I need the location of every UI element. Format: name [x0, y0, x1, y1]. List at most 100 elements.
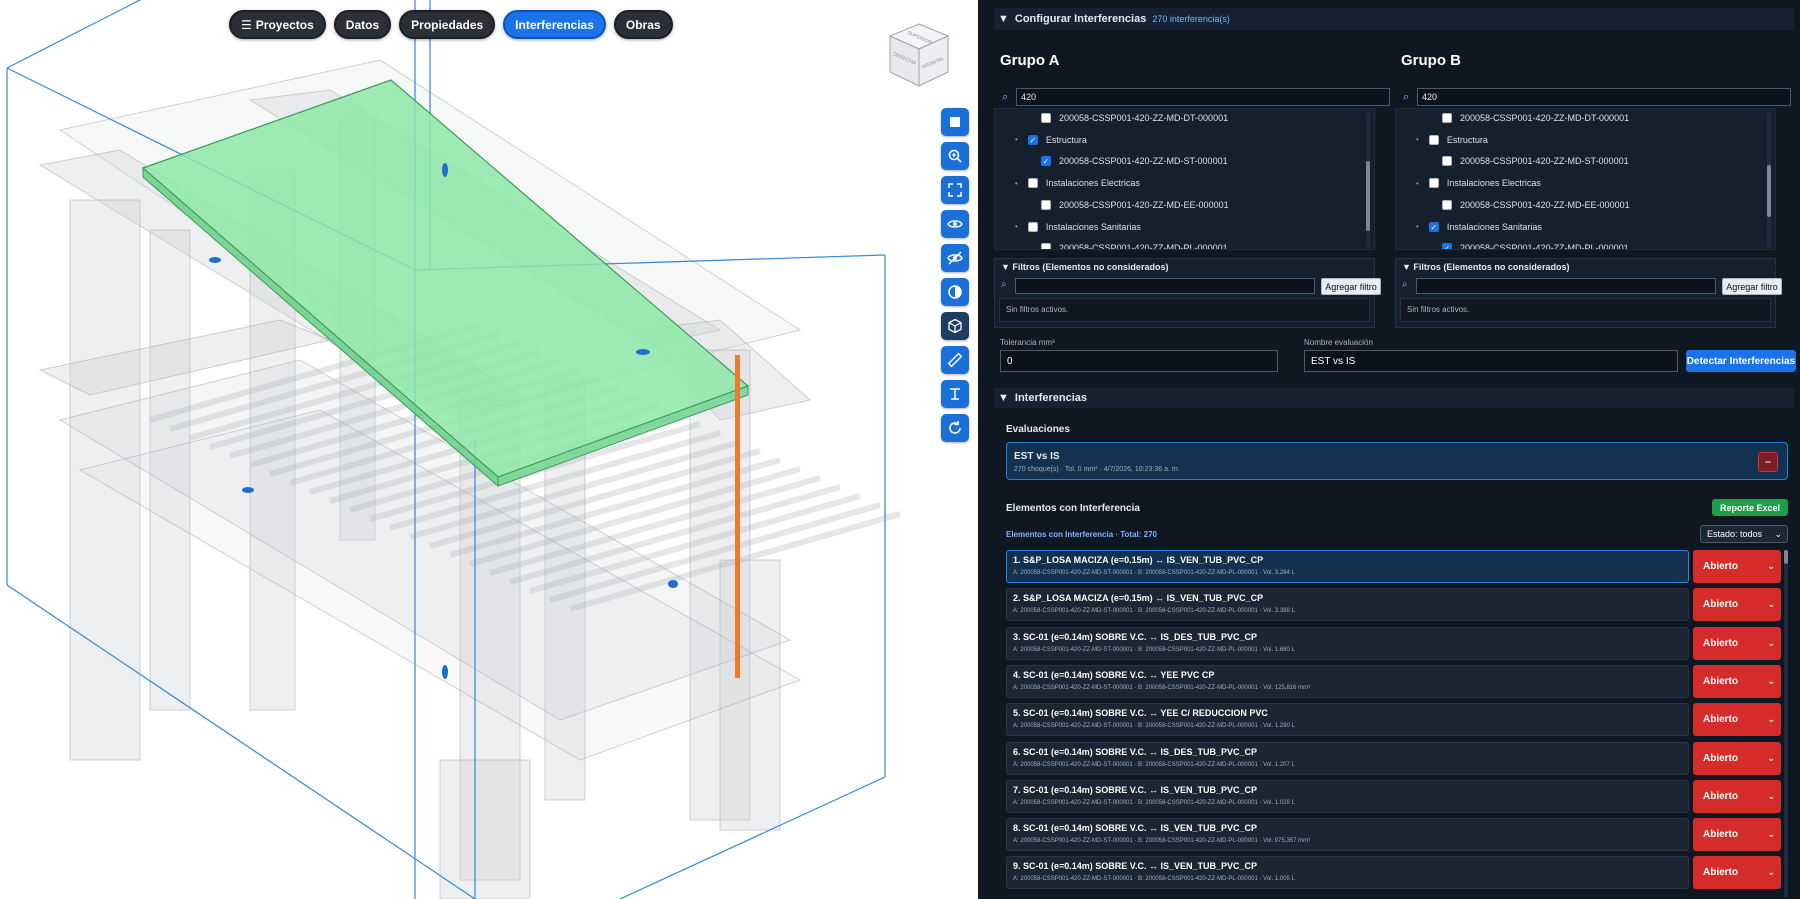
evaluation-name-label: Nombre evaluación — [1304, 338, 1373, 347]
reset-icon[interactable] — [941, 414, 969, 442]
tree-checkbox[interactable] — [1442, 156, 1452, 167]
tree-checkbox[interactable] — [1442, 199, 1452, 210]
interference-row-detail: A: 200058-CSSP001-420-ZZ-MD-ST-000001 · … — [1013, 646, 1295, 653]
tree-checkbox[interactable]: ✓ — [1041, 156, 1051, 167]
interference-row-title: 3. SC-01 (e=0.14m) SOBRE V.C. ↔ IS_DES_T… — [1013, 631, 1258, 642]
highlighted-pipe[interactable] — [735, 355, 740, 678]
nav-button-obras[interactable]: Obras — [613, 10, 673, 39]
expand-toggle-icon[interactable]: • — [1416, 222, 1419, 231]
status-select[interactable]: Abierto ⌄ — [1693, 703, 1781, 737]
evaluation-name-input[interactable]: EST vs IS — [1304, 350, 1678, 372]
tree-checkbox[interactable] — [1041, 243, 1051, 249]
ruler-icon[interactable] — [941, 346, 969, 374]
interference-row[interactable]: 4. SC-01 (e=0.14m) SOBRE V.C. ↔ YEE PVC … — [1006, 664, 1689, 698]
group-a-scrollbar[interactable] — [1366, 113, 1370, 247]
interference-row[interactable]: 3. SC-01 (e=0.14m) SOBRE V.C. ↔ IS_DES_T… — [1006, 626, 1689, 660]
tree-item[interactable]: • ✓ Instalaciones Sanitarias — [1416, 220, 1542, 234]
group-b-add-filter-button[interactable]: Agregar filtro — [1722, 278, 1782, 295]
expand-toggle-icon[interactable]: • — [1416, 135, 1419, 144]
tree-item[interactable]: 200058-CSSP001-420-ZZ-MD-DT-000001 — [1442, 111, 1629, 125]
3d-viewer[interactable]: ☰ Proyectos Datos Propiedades Interferencias… — [0, 0, 978, 899]
tree-item[interactable]: • Instalaciones Electricas — [1015, 176, 1140, 190]
interference-row[interactable]: 7. SC-01 (e=0.14m) SOBRE V.C. ↔ IS_VEN_T… — [1006, 779, 1689, 813]
tree-checkbox[interactable] — [1027, 221, 1038, 232]
square-icon[interactable] — [941, 108, 969, 136]
tree-item[interactable]: 200058-CSSP001-420-ZZ-MD-PL-000001 — [1041, 241, 1228, 249]
tree-checkbox[interactable]: ✓ — [1428, 221, 1439, 232]
status-select[interactable]: Abierto ⌄ — [1693, 550, 1781, 583]
detect-interferences-button[interactable]: Detectar Interferencias — [1686, 350, 1796, 372]
tree-checkbox[interactable] — [1428, 134, 1439, 145]
interference-row[interactable]: 5. SC-01 (e=0.14m) SOBRE V.C. ↔ YEE C/ R… — [1006, 703, 1689, 737]
chevron-down-icon: ⌄ — [1767, 599, 1775, 610]
model-scene[interactable] — [0, 0, 978, 899]
interference-row[interactable]: 8. SC-01 (e=0.14m) SOBRE V.C. ↔ IS_VEN_T… — [1006, 818, 1689, 852]
menu-icon: ☰ — [241, 17, 252, 32]
interference-row[interactable]: 1. S&P_LOSA MACIZA (e=0.15m) ↔ IS_VEN_TU… — [1006, 550, 1689, 583]
tree-item[interactable]: 200058-CSSP001-420-ZZ-MD-EE-000001 — [1041, 198, 1229, 212]
config-section-header[interactable]: ▼ Configurar Interferencias 270 interfer… — [994, 8, 1794, 30]
status-select[interactable]: Abierto ⌄ — [1693, 818, 1781, 852]
interference-count: 270 interferencia(s) — [1152, 14, 1230, 24]
tree-item-label: Estructura — [1446, 134, 1488, 145]
tree-item-label: Instalaciones Electricas — [1045, 178, 1140, 189]
evaluation-card[interactable]: EST vs IS 270 choque(s) · Tol. 0 mm³ · 4… — [1006, 442, 1788, 480]
interference-row[interactable]: 6. SC-01 (e=0.14m) SOBRE V.C. ↔ IS_DES_T… — [1006, 741, 1689, 775]
expand-toggle-icon[interactable]: • — [1015, 135, 1018, 144]
expand-toggle-icon[interactable]: • — [1416, 179, 1419, 188]
view-cube[interactable]: SUPERIOR FRONTAL DERECHA — [888, 22, 950, 88]
tree-checkbox[interactable] — [1428, 178, 1439, 189]
group-b-search-input[interactable]: 420 — [1417, 88, 1791, 106]
tree-item[interactable]: • Instalaciones Sanitarias — [1015, 220, 1141, 234]
tree-checkbox[interactable] — [1027, 178, 1038, 189]
zoom-icon[interactable] — [941, 142, 969, 170]
status-select[interactable]: Abierto ⌄ — [1693, 664, 1781, 698]
tree-item[interactable]: • Estructura — [1416, 133, 1488, 147]
status-filter-select[interactable]: Estado: todos ⌄ — [1700, 525, 1788, 543]
tree-item[interactable]: • ✓ Estructura — [1015, 133, 1087, 147]
tolerance-input[interactable]: 0 — [1000, 350, 1278, 372]
tree-item[interactable]: 200058-CSSP001-420-ZZ-MD-DT-000001 — [1041, 111, 1228, 125]
status-select[interactable]: Abierto ⌄ — [1693, 588, 1781, 622]
status-select[interactable]: Abierto ⌄ — [1693, 626, 1781, 660]
group-a-add-filter-button[interactable]: Agregar filtro — [1321, 278, 1381, 295]
tree-checkbox[interactable]: ✓ — [1442, 243, 1452, 249]
tree-checkbox[interactable]: ✓ — [1027, 134, 1038, 145]
expand-toggle-icon[interactable]: • — [1015, 179, 1018, 188]
interference-row-detail: A: 200058-CSSP001-420-ZZ-MD-ST-000001 · … — [1013, 876, 1295, 883]
excel-report-button[interactable]: Reporte Excel — [1712, 499, 1788, 516]
nav-button-interferencias[interactable]: Interferencias — [503, 10, 606, 39]
interference-row[interactable]: 9. SC-01 (e=0.14m) SOBRE V.C. ↔ IS_VEN_T… — [1006, 856, 1689, 890]
eye-icon[interactable] — [941, 210, 969, 238]
status-select[interactable]: Abierto ⌄ — [1693, 856, 1781, 890]
interference-row[interactable]: 2. S&P_LOSA MACIZA (e=0.15m) ↔ IS_VEN_TU… — [1006, 588, 1689, 622]
contrast-icon[interactable] — [941, 278, 969, 306]
nav-button-propiedades[interactable]: Propiedades — [399, 10, 496, 39]
nav-button-datos[interactable]: Datos — [333, 10, 392, 39]
delete-evaluation-button[interactable]: − — [1758, 452, 1778, 472]
list-scrollbar[interactable] — [1784, 550, 1788, 897]
tree-item[interactable]: • Instalaciones Electricas — [1416, 176, 1541, 190]
tree-checkbox[interactable] — [1442, 113, 1452, 123]
tree-checkbox[interactable] — [1041, 199, 1051, 210]
interferences-section-header[interactable]: ▼ Interferencias — [994, 388, 1794, 408]
tree-item[interactable]: ✓ 200058-CSSP001-420-ZZ-MD-PL-000001 — [1442, 241, 1629, 249]
group-b-scrollbar[interactable] — [1767, 113, 1771, 247]
status-select[interactable]: Abierto ⌄ — [1693, 741, 1781, 775]
nav-button-proyectos[interactable]: ☰ Proyectos — [229, 10, 326, 39]
eye-off-icon[interactable] — [941, 244, 969, 272]
tree-item[interactable]: 200058-CSSP001-420-ZZ-MD-EE-000001 — [1442, 198, 1630, 212]
group-b-filter-input[interactable] — [1416, 278, 1716, 294]
tree-checkbox[interactable] — [1041, 113, 1051, 123]
group-a-search-input[interactable]: 420 — [1016, 88, 1390, 106]
tree-item[interactable]: ✓ 200058-CSSP001-420-ZZ-MD-ST-000001 — [1041, 154, 1228, 168]
cube-icon[interactable] — [941, 312, 969, 340]
section-icon[interactable] — [941, 380, 969, 408]
status-select-label: Abierto — [1703, 829, 1738, 841]
status-select[interactable]: Abierto ⌄ — [1693, 779, 1781, 813]
tree-item[interactable]: 200058-CSSP001-420-ZZ-MD-ST-000001 — [1442, 154, 1629, 168]
group-a-filter-input[interactable] — [1015, 278, 1315, 294]
expand-toggle-icon[interactable]: • — [1015, 222, 1018, 231]
tree-item-label: Instalaciones Sanitarias — [1446, 221, 1542, 232]
fit-icon[interactable] — [941, 176, 969, 204]
